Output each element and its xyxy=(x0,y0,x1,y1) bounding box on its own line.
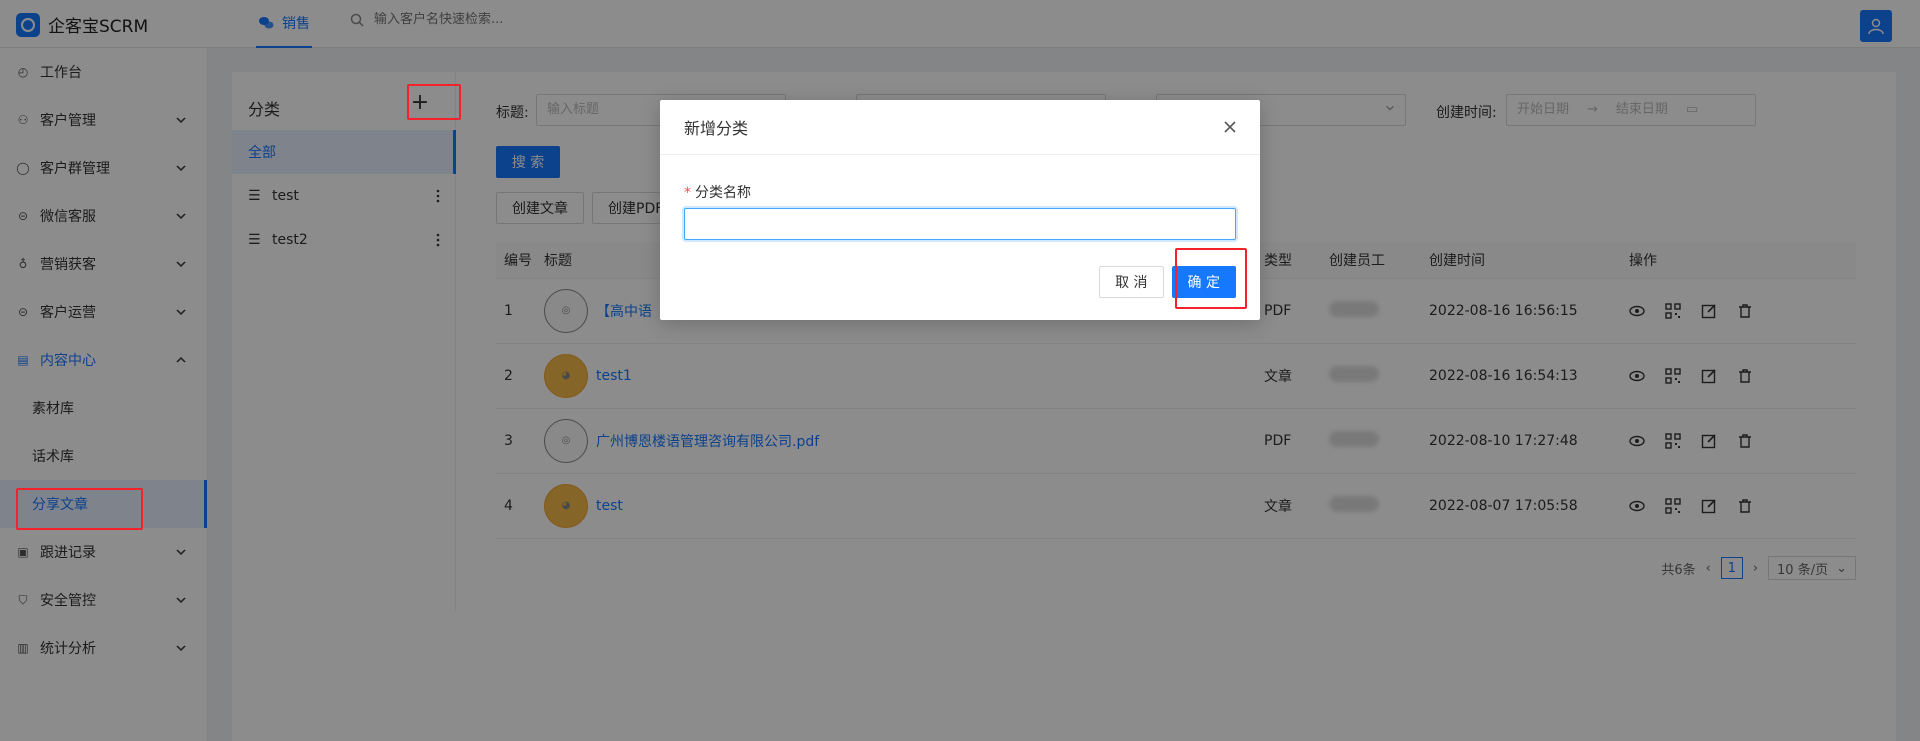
cancel-button[interactable]: 取 消 xyxy=(1099,266,1164,298)
category-name-label: * 分类名称 xyxy=(684,185,751,201)
close-icon[interactable] xyxy=(1222,119,1238,135)
category-name-input[interactable] xyxy=(684,208,1236,240)
add-category-modal: 新增分类 * 分类名称 取 消 确 定 xyxy=(660,100,1260,320)
highlight-add-category xyxy=(407,84,461,120)
modal-header: 新增分类 xyxy=(660,100,1260,155)
highlight-confirm-button xyxy=(1175,248,1247,309)
modal-title: 新增分类 xyxy=(684,119,749,138)
highlight-share-articles xyxy=(16,488,143,530)
